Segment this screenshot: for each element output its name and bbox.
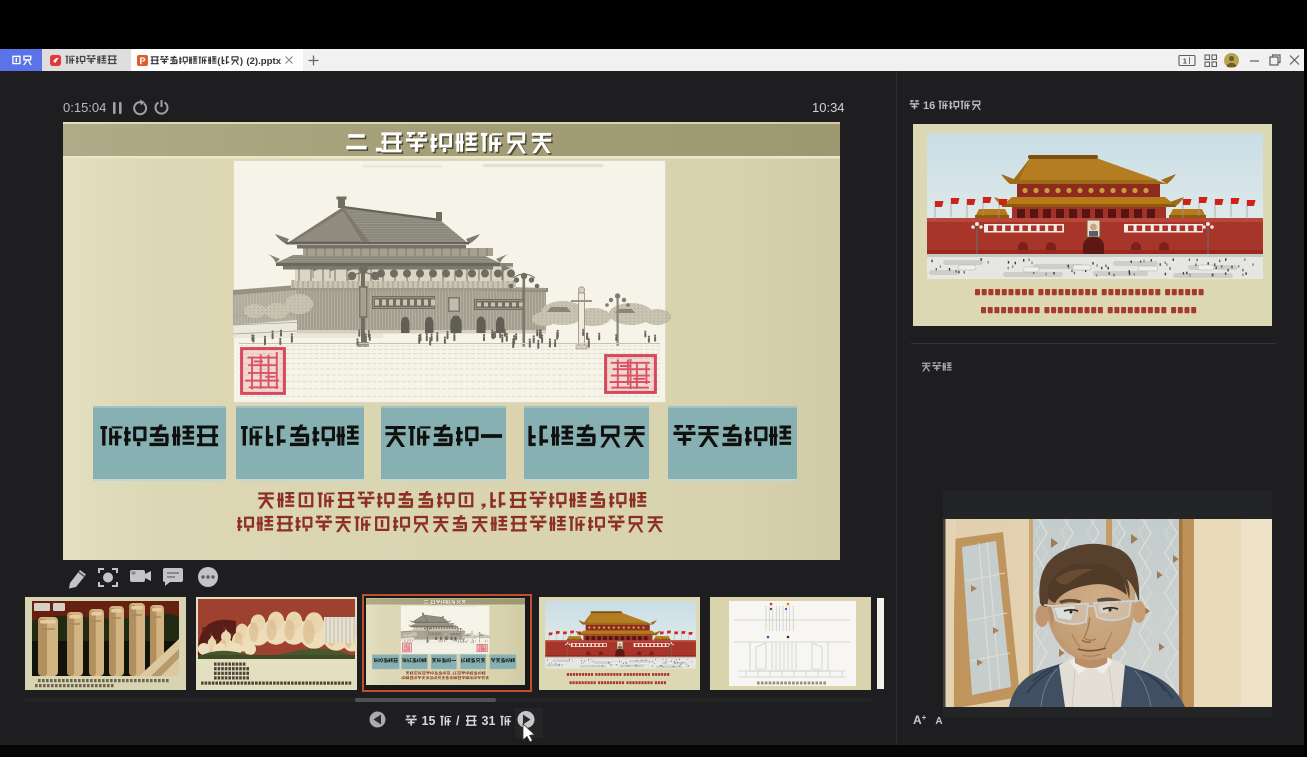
svg-text:1: 1 (1183, 57, 1187, 66)
svg-text:): ) (240, 56, 243, 67)
svg-text:(2).pptx: (2).pptx (246, 56, 281, 67)
svg-text:16: 16 (923, 100, 935, 112)
svg-text:31: 31 (482, 714, 496, 728)
svg-text:/: / (456, 714, 460, 728)
svg-text:(: ( (217, 56, 221, 67)
svg-text:15: 15 (422, 714, 436, 728)
